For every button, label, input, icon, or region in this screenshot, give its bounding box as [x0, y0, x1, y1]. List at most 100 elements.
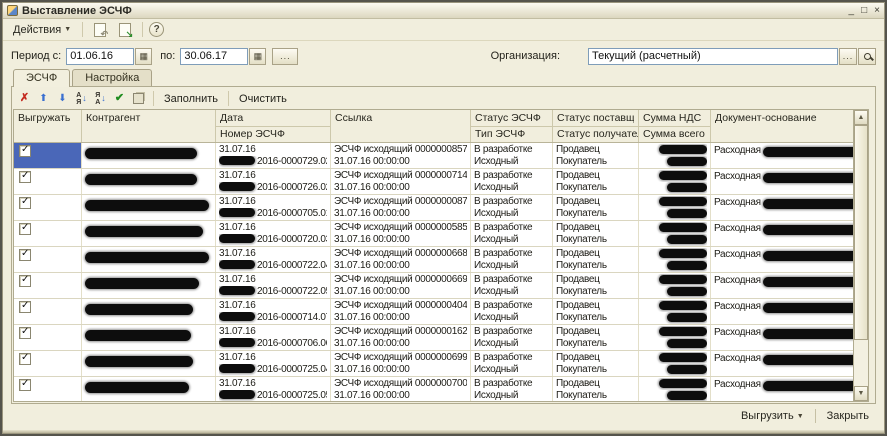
redacted-vat-sum — [659, 249, 707, 258]
redacted-contragent — [85, 278, 199, 289]
check-all-icon[interactable]: ✔ — [112, 91, 127, 106]
table-row[interactable]: ✓ 31.07.16 2016-0000720.03 ЭСЧФ исходящи… — [14, 221, 853, 247]
cell-date-number: 31.07.16 2016-0000705.01 — [216, 195, 331, 220]
tab-eschf[interactable]: ЭСЧФ — [13, 69, 70, 87]
export-button[interactable]: Выгрузить ▼ — [736, 407, 809, 425]
cell-status-type: В разработке Исходный — [471, 143, 553, 168]
table-row[interactable]: ✓ 31.07.16 2016-0000714.07 ЭСЧФ исходящи… — [14, 299, 853, 325]
row-checkbox[interactable]: ✓ — [19, 275, 31, 287]
table-row[interactable]: ✓ 31.07.16 2016-0000722.04 ЭСЧФ исходящи… — [14, 247, 853, 273]
title-bar: Выставление ЭСЧФ _ □ × — [3, 3, 884, 19]
header-contragent[interactable]: Контрагент — [82, 110, 216, 142]
scrollbar-thumb[interactable] — [854, 125, 868, 340]
grid-toolbar: ✗ ⬆ ⬇ АЯ↓ ЯА↓ ✔ Заполнить Очистить — [13, 88, 874, 109]
row-checkbox[interactable]: ✓ — [19, 171, 31, 183]
row-checkbox[interactable]: ✓ — [19, 197, 31, 209]
chevron-down-icon: ▼ — [797, 413, 804, 420]
screenshot-frame: Выставление ЭСЧФ _ □ × Действия ▼ ↶ ↘ ? … — [0, 0, 887, 436]
search-icon[interactable] — [858, 48, 876, 65]
cell-status-type: В разработке Исходный — [471, 273, 553, 298]
period-from-input[interactable] — [66, 48, 134, 65]
reread-button[interactable]: ↶ — [89, 20, 111, 40]
redacted-total-sum — [667, 365, 707, 374]
load-settings-button[interactable]: ↘ — [114, 20, 136, 40]
redacted-total-sum — [667, 339, 707, 348]
move-down-icon[interactable]: ⬇ — [55, 91, 70, 106]
cell-sums — [639, 377, 711, 401]
header-status-type[interactable]: Статус ЭСЧФ Тип ЭСЧФ — [471, 110, 553, 142]
table-row[interactable]: ✓ 31.07.16 2016-0000725.04 ЭСЧФ исходящи… — [14, 351, 853, 377]
period-to-input[interactable] — [180, 48, 248, 65]
help-icon[interactable]: ? — [149, 22, 164, 37]
cell-date-number: 31.07.16 2016-0000722.05 — [216, 273, 331, 298]
redacted-vat-sum — [659, 379, 707, 388]
cell-sums — [639, 351, 711, 376]
period-more-button[interactable]: ... — [272, 48, 298, 65]
cell-doc: Расходная — [711, 169, 853, 194]
cell-export: ✓ — [14, 325, 82, 350]
row-checkbox[interactable]: ✓ — [19, 353, 31, 365]
header-date-number[interactable]: Дата Номер ЭСЧФ — [216, 110, 331, 142]
calendar-icon[interactable]: ▦ — [249, 48, 266, 65]
row-checkbox[interactable]: ✓ — [19, 223, 31, 235]
calendar-icon[interactable]: ▦ — [135, 48, 152, 65]
scroll-up-icon[interactable]: ▲ — [854, 110, 868, 125]
tab-strip: ЭСЧФ Настройка — [11, 68, 876, 86]
close-form-button[interactable]: Закрыть — [822, 407, 874, 425]
redacted-number-prefix — [219, 234, 255, 243]
table-row[interactable]: ✓ 31.07.16 2016-0000726.02 ЭСЧФ исходящи… — [14, 169, 853, 195]
uncheck-all-icon[interactable] — [131, 91, 146, 106]
header-sums[interactable]: Сумма НДС Сумма всего — [639, 110, 711, 142]
cell-date-number: 31.07.16 2016-0000725.04 — [216, 351, 331, 376]
redacted-number-prefix — [219, 208, 255, 217]
cell-sums — [639, 169, 711, 194]
cell-doc: Расходная — [711, 221, 853, 246]
redacted-doc — [763, 173, 853, 183]
row-checkbox[interactable]: ✓ — [19, 301, 31, 313]
cell-link: ЭСЧФ исходящий 0000000699 от 31.07.16 00… — [331, 351, 471, 376]
actions-menu-button[interactable]: Действия ▼ — [8, 21, 76, 39]
cell-supplier-receiver: Продавец Покупатель — [553, 325, 639, 350]
row-checkbox[interactable]: ✓ — [19, 327, 31, 339]
table-row[interactable]: ✓ 31.07.16 2016-0000705.01 ЭСЧФ исходящи… — [14, 195, 853, 221]
redacted-doc — [763, 199, 853, 209]
redacted-contragent — [85, 330, 191, 341]
page-icon: ↶ — [94, 23, 106, 37]
scroll-down-icon[interactable]: ▼ — [854, 386, 868, 401]
table-row[interactable]: ✓ 31.07.16 2016-0000706.06 ЭСЧФ исходящи… — [14, 325, 853, 351]
sort-ascending-icon[interactable]: АЯ↓ — [74, 91, 89, 106]
sort-descending-icon[interactable]: ЯА↓ — [93, 91, 108, 106]
table-row[interactable]: ✓ 31.07.16 2016-0000722.05 ЭСЧФ исходящи… — [14, 273, 853, 299]
clear-button[interactable]: Очистить — [236, 92, 290, 106]
close-button[interactable]: × — [874, 6, 880, 16]
app-window: Выставление ЭСЧФ _ □ × Действия ▼ ↶ ↘ ? … — [2, 2, 885, 434]
row-checkbox[interactable]: ✓ — [19, 145, 31, 157]
row-checkbox[interactable]: ✓ — [19, 249, 31, 261]
organization-input[interactable] — [588, 48, 838, 65]
cell-supplier-receiver: Продавец Покупатель — [553, 273, 639, 298]
header-link[interactable]: Ссылка — [331, 110, 471, 142]
redacted-doc — [763, 355, 853, 365]
header-doc[interactable]: Документ-основание — [711, 110, 853, 142]
delete-row-icon[interactable]: ✗ — [17, 91, 32, 106]
cell-export: ✓ — [14, 273, 82, 298]
table-row[interactable]: ✓ 31.07.16 2016-0000725.05 ЭСЧФ исходящи… — [14, 377, 853, 401]
organization-select-button[interactable]: ... — [839, 48, 857, 65]
cell-status-type: В разработке Исходный — [471, 299, 553, 324]
row-checkbox[interactable]: ✓ — [19, 379, 31, 391]
maximize-button[interactable]: □ — [861, 6, 867, 16]
move-up-icon[interactable]: ⬆ — [36, 91, 51, 106]
cell-export: ✓ — [14, 299, 82, 324]
header-supplier-receiver[interactable]: Статус поставщика Статус получателя — [553, 110, 639, 142]
cell-export: ✓ — [14, 195, 82, 220]
header-export[interactable]: Выгружать — [14, 110, 82, 142]
fill-button[interactable]: Заполнить — [161, 92, 221, 106]
cell-contragent — [82, 169, 216, 194]
grid: Выгружать Контрагент Дата Номер ЭСЧФ Ссы… — [13, 109, 874, 402]
cell-export: ✓ — [14, 169, 82, 194]
table-row[interactable]: ✓ 31.07.16 2016-0000729.02 ЭСЧФ исходящи… — [14, 143, 853, 169]
tab-settings[interactable]: Настройка — [72, 69, 152, 86]
minimize-button[interactable]: _ — [849, 6, 855, 16]
vertical-scrollbar[interactable]: ▲ ▼ — [854, 109, 869, 402]
cell-export: ✓ — [14, 221, 82, 246]
